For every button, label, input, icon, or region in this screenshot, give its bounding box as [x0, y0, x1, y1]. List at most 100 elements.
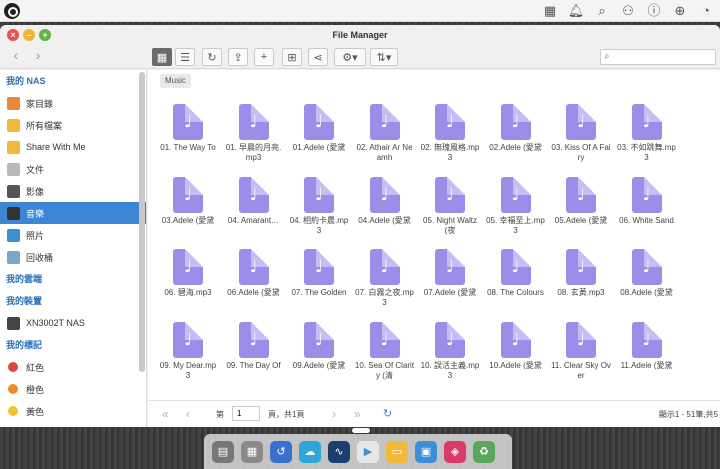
globe-icon[interactable]: ⊕	[672, 3, 688, 19]
file-item[interactable]: ♩ 02. Athair Ar Neamh	[355, 104, 415, 174]
file-item[interactable]: ♩ 07.Adele (愛黛	[420, 249, 480, 319]
apps-grid-icon[interactable]: ▦	[241, 440, 263, 463]
file-manager-icon[interactable]: ▭	[386, 440, 408, 463]
forward-button[interactable]: ›	[30, 48, 46, 64]
sidebar-item[interactable]: 家目錄	[0, 92, 146, 114]
qnap-logo-icon[interactable]	[4, 3, 20, 19]
file-item[interactable]: ♩ 02.Adele (愛黛	[486, 104, 546, 174]
sidebar-item-label: 文件	[26, 164, 45, 175]
sidebar-item[interactable]: Share With Me	[0, 136, 146, 158]
breadcrumb[interactable]: Music	[160, 74, 191, 88]
create-button[interactable]: +	[254, 48, 274, 66]
sidebar-item[interactable]: 所有檔案	[0, 114, 146, 136]
file-item[interactable]: ♩ 03. 不如跳舞.mp3	[617, 104, 677, 174]
file-item[interactable]: ♩ 03. Kiss Of A Fairy	[551, 104, 611, 174]
file-item[interactable]: ♩ 01.Adele (愛黛	[289, 104, 349, 174]
tag-dot-icon	[8, 362, 18, 372]
list-view-button[interactable]: ☰	[175, 48, 195, 66]
file-item[interactable]: ♩ 08.Adele (愛黛	[617, 249, 677, 319]
search-icon[interactable]: ⌕	[594, 3, 610, 19]
file-item[interactable]: ♩ 05.Adele (愛黛	[551, 176, 611, 247]
sidebar-item[interactable]: XN3002T NAS	[0, 312, 146, 334]
sidebar: 我的 NAS 家目錄 所有檔案 Share With Me 文件影像 音樂照片回收桶 我的雲…	[0, 70, 147, 427]
sidebar-item[interactable]: 音樂	[0, 202, 146, 224]
dashboard-gauge-icon[interactable]: ◔	[698, 3, 714, 19]
sort-dropdown-button[interactable]: ⇅▾	[370, 48, 398, 66]
share-button[interactable]: ⋖	[308, 48, 328, 66]
document-icon	[7, 162, 20, 176]
remote-desktop-icon[interactable]: ▣	[415, 440, 437, 463]
sidebar-item[interactable]: 回收桶	[0, 246, 146, 268]
file-item[interactable]: ♩ 10.Adele (愛黛	[486, 321, 546, 392]
file-item[interactable]: ♩ 07. The Golden	[289, 249, 349, 319]
file-item[interactable]: ♩ 08. The Colours	[486, 249, 546, 319]
file-item[interactable]: ♩ 06. White Sand	[617, 176, 677, 247]
file-item[interactable]: ♩ 09. The Day Of	[224, 321, 284, 392]
file-item[interactable]: ♩ 09.Adele (愛黛	[289, 321, 349, 392]
file-item[interactable]: ♩ 10. Sea Of Clarity (清	[355, 321, 415, 392]
last-page-button[interactable]: »	[354, 408, 361, 420]
first-page-button[interactable]: «	[162, 408, 169, 420]
file-item[interactable]: ♩ 02. 無瑰風格.mp3	[420, 104, 480, 174]
refresh-icon[interactable]: ↻	[383, 407, 392, 420]
sidebar-item-label: 橙色	[26, 384, 45, 395]
sidebar-item-label: 照片	[26, 230, 45, 241]
tag-dot-icon	[8, 384, 18, 394]
sidebar-item[interactable]: 照片	[0, 224, 146, 246]
previous-page-button[interactable]: ‹	[186, 408, 190, 420]
file-item[interactable]: ♩ 03.Adele (愛黛	[158, 176, 218, 247]
sidebar-section-heading[interactable]: 我的裝置	[0, 290, 146, 312]
sidebar-item[interactable]: 黃色	[0, 400, 146, 422]
file-item[interactable]: ♩ 05. 幸福至上.mp3	[486, 176, 546, 247]
app-switcher-icon[interactable]: ▤	[212, 440, 234, 463]
share-folder-icon	[7, 140, 20, 154]
music-file-icon: ♩	[173, 104, 203, 140]
security-icon[interactable]: ◈	[444, 440, 466, 463]
grid-view-button[interactable]: ▦	[152, 48, 172, 66]
help-icon[interactable]: ⓘ	[646, 3, 662, 19]
sidebar-item[interactable]: 橙色	[0, 378, 146, 400]
file-item[interactable]: ♩ 11.Adele (愛黛	[617, 321, 677, 392]
bell-icon[interactable]: 🔔︎	[568, 3, 585, 19]
user-icon[interactable]: ⚇	[620, 3, 636, 19]
upload-button[interactable]: ⇪	[228, 48, 248, 66]
recycle-bin-icon[interactable]: ♻	[473, 440, 495, 463]
tasks-grid-icon[interactable]: ▦	[542, 3, 558, 19]
search-input[interactable]	[617, 51, 711, 63]
refresh-button[interactable]: ↻	[202, 48, 222, 66]
file-item[interactable]: ♩ 07. 白霧之夜.mp3	[355, 249, 415, 319]
sidebar-item[interactable]: 紅色	[0, 356, 146, 378]
file-item[interactable]: ♩ 09. My Dear.mp3	[158, 321, 218, 392]
backup-icon[interactable]: ↺	[270, 440, 292, 463]
settings-dropdown-button[interactable]: ⚙▾	[334, 48, 366, 66]
back-button[interactable]: ‹	[8, 48, 24, 64]
file-item[interactable]: ♩ 04.Adele (愛黛	[355, 176, 415, 247]
file-item[interactable]: ♩ 01. 早晨的月亮.mp3	[224, 104, 284, 174]
file-item[interactable]: ♩ 04. 相約卡農.mp3	[289, 176, 349, 247]
cloud-sync-icon[interactable]: ☁	[299, 440, 321, 463]
music-file-icon: ♩	[500, 104, 531, 140]
media-player-icon[interactable]: ▶	[357, 440, 379, 463]
file-item[interactable]: ♩ 11. Clear Sky Over	[551, 321, 611, 392]
remote-mount-button[interactable]: ⊞	[282, 48, 302, 66]
file-item[interactable]: ♩ 05. Night Waltz (夜	[420, 176, 480, 247]
photo-icon	[7, 228, 20, 242]
file-item[interactable]: ♩ 04. Amarant…	[224, 176, 284, 247]
page-number-input[interactable]	[232, 406, 260, 421]
sidebar-section-heading[interactable]: 我的 NAS	[0, 70, 146, 92]
file-item[interactable]: ♩ 06. 碧海.mp3	[158, 249, 218, 319]
page-label: 第	[216, 410, 224, 419]
file-item[interactable]: ♩ 06.Adele (愛黛	[224, 249, 284, 319]
file-name: 06.Adele (愛黛	[227, 288, 280, 297]
file-item[interactable]: ♩ 10. 誤活主義.mp3	[420, 321, 480, 392]
file-item[interactable]: ♩ 01. The Way To	[158, 104, 218, 174]
activity-icon[interactable]: ∿	[328, 440, 350, 463]
next-page-button[interactable]: ›	[332, 408, 336, 420]
sidebar-scrollbar[interactable]	[139, 72, 145, 372]
dock-handle[interactable]	[352, 428, 370, 433]
file-item[interactable]: ♩ 08. 玄黃.mp3	[551, 249, 611, 319]
sidebar-item[interactable]: 影像	[0, 180, 146, 202]
sidebar-section-heading[interactable]: 我的雲端	[0, 268, 146, 290]
sidebar-item[interactable]: 文件	[0, 158, 146, 180]
sidebar-section-heading[interactable]: 我的標記	[0, 334, 146, 356]
